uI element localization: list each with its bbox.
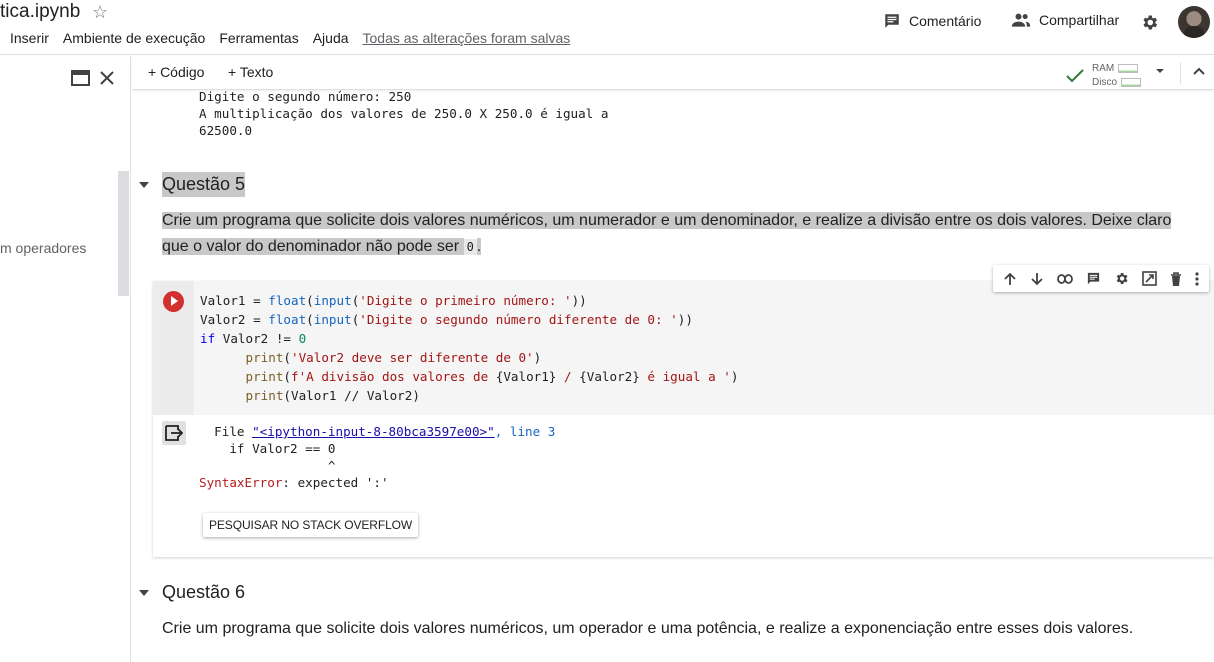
- resources-indicator[interactable]: RAM Disco: [1066, 62, 1142, 90]
- traceback-file-link[interactable]: "<ipython-input-8-80bca3597e00>": [252, 424, 495, 439]
- table-of-contents-panel: m operadores: [0, 56, 131, 662]
- code-line-4: print('Valor2 deve ser diferente de 0'): [245, 350, 542, 365]
- save-status-link[interactable]: Todas as alterações foram salvas: [363, 30, 571, 46]
- section-header-questao-6[interactable]: Questão 6: [139, 580, 245, 605]
- delete-icon[interactable]: [1170, 271, 1182, 286]
- ram-bar: [1118, 63, 1139, 73]
- description-text: Crie um programa que solicite dois valor…: [162, 212, 1172, 255]
- app-header: tica.ipynb ☆ Inserir Ambiente de execuçã…: [0, 0, 1214, 55]
- section-title: Questão 6: [162, 582, 246, 602]
- previous-cell-output: Digite o segundo número: 250 A multiplica…: [199, 88, 608, 139]
- disk-label: Disco: [1092, 77, 1118, 88]
- run-cell-button[interactable]: [163, 291, 184, 312]
- chevron-up-icon[interactable]: [1192, 65, 1206, 77]
- questao-5-description[interactable]: Crie um programa que solicite dois valor…: [162, 208, 1172, 260]
- toc-item[interactable]: m operadores: [0, 240, 86, 256]
- collapse-caret-icon[interactable]: [139, 589, 149, 596]
- traceback-file-line: File "<ipython-input-8-80bca3597e00>", l…: [199, 424, 556, 439]
- code-line-6: print(Valor1 // Valor2): [245, 388, 420, 403]
- menu-ambiente-execucao[interactable]: Ambiente de execução: [63, 30, 205, 46]
- comment-icon[interactable]: [1086, 271, 1101, 286]
- close-icon[interactable]: [98, 69, 116, 87]
- add-code-button[interactable]: + Código: [148, 64, 204, 80]
- menu-inserir[interactable]: Inserir: [10, 30, 49, 46]
- ram-label: RAM: [1092, 63, 1115, 74]
- code-line-5: print(f'A divisão dos valores de {Valor1…: [245, 369, 739, 384]
- cell-output-traceback: File "<ipython-input-8-80bca3597e00>", l…: [199, 423, 555, 491]
- comment-icon: [885, 14, 899, 28]
- code-cell[interactable]: Valor1 = float(input('Digite o primeiro …: [153, 281, 1214, 557]
- traceback-caret-line: ^: [199, 458, 336, 473]
- link-icon[interactable]: [1057, 273, 1074, 284]
- dropdown-arrow-icon[interactable]: [1154, 65, 1166, 77]
- notebook-toolbar: + Código + Texto RAM Disco: [132, 56, 1214, 90]
- code-text[interactable]: Valor1 = float(input('Digite o primeiro …: [200, 291, 738, 405]
- search-stack-overflow-button[interactable]: PESQUISAR NO STACK OVERFLOW: [203, 513, 419, 537]
- move-up-icon[interactable]: [1003, 272, 1017, 286]
- checkmark-icon: [1066, 69, 1084, 83]
- code-line-2: Valor2 = float(input('Digite o segundo n…: [200, 312, 693, 327]
- star-icon[interactable]: ☆: [92, 2, 108, 23]
- panel-scrollbar[interactable]: [118, 171, 129, 296]
- comment-label: Comentário: [909, 13, 982, 29]
- menu-ajuda[interactable]: Ajuda: [313, 30, 349, 46]
- section-title: Questão 5: [162, 172, 246, 197]
- settings-gear-icon[interactable]: [1140, 13, 1159, 32]
- output-line: A multiplicação dos valores de 250.0 X 2…: [199, 106, 609, 121]
- menu-ferramentas[interactable]: Ferramentas: [219, 30, 298, 46]
- people-icon: [1011, 13, 1031, 27]
- section-header-questao-5[interactable]: Questão 5: [139, 172, 246, 197]
- resource-labels: RAM Disco: [1092, 62, 1142, 90]
- collapse-caret-icon[interactable]: [139, 181, 149, 188]
- cell-toolbar: [993, 265, 1209, 292]
- share-label: Compartilhar: [1039, 12, 1120, 28]
- code-line-1: Valor1 = float(input('Digite o primeiro …: [200, 293, 587, 308]
- description-end: .: [476, 238, 482, 255]
- code-line-3: if Valor2 != 0: [200, 331, 307, 346]
- share-button[interactable]: Compartilhar: [1011, 12, 1119, 28]
- traceback-error-line: SyntaxError: expected ':': [199, 475, 389, 490]
- mirror-cell-icon[interactable]: [1142, 271, 1157, 286]
- open-in-window-icon[interactable]: [71, 70, 90, 86]
- comment-button[interactable]: Comentário: [883, 12, 981, 30]
- traceback-code-line: if Valor2 == 0: [199, 441, 336, 456]
- user-avatar[interactable]: [1178, 6, 1210, 38]
- questao-6-description[interactable]: Crie um programa que solicite dois valor…: [162, 616, 1172, 642]
- inline-code: 0: [463, 239, 477, 255]
- more-options-icon[interactable]: [1194, 271, 1199, 286]
- output-actions-icon[interactable]: [162, 421, 186, 445]
- menu-bar: Inserir Ambiente de execução Ferramentas…: [10, 30, 584, 46]
- cell-settings-gear-icon[interactable]: [1114, 271, 1129, 286]
- cell-gutter: [153, 281, 194, 415]
- disk-bar: [1121, 77, 1142, 87]
- output-line: 62500.0: [199, 123, 253, 138]
- notebook-title[interactable]: tica.ipynb: [0, 1, 80, 23]
- toolbar-divider: [1180, 62, 1181, 84]
- output-line: Digite o segundo número: 250: [199, 89, 412, 104]
- move-down-icon[interactable]: [1030, 272, 1044, 286]
- add-text-button[interactable]: + Texto: [228, 64, 273, 80]
